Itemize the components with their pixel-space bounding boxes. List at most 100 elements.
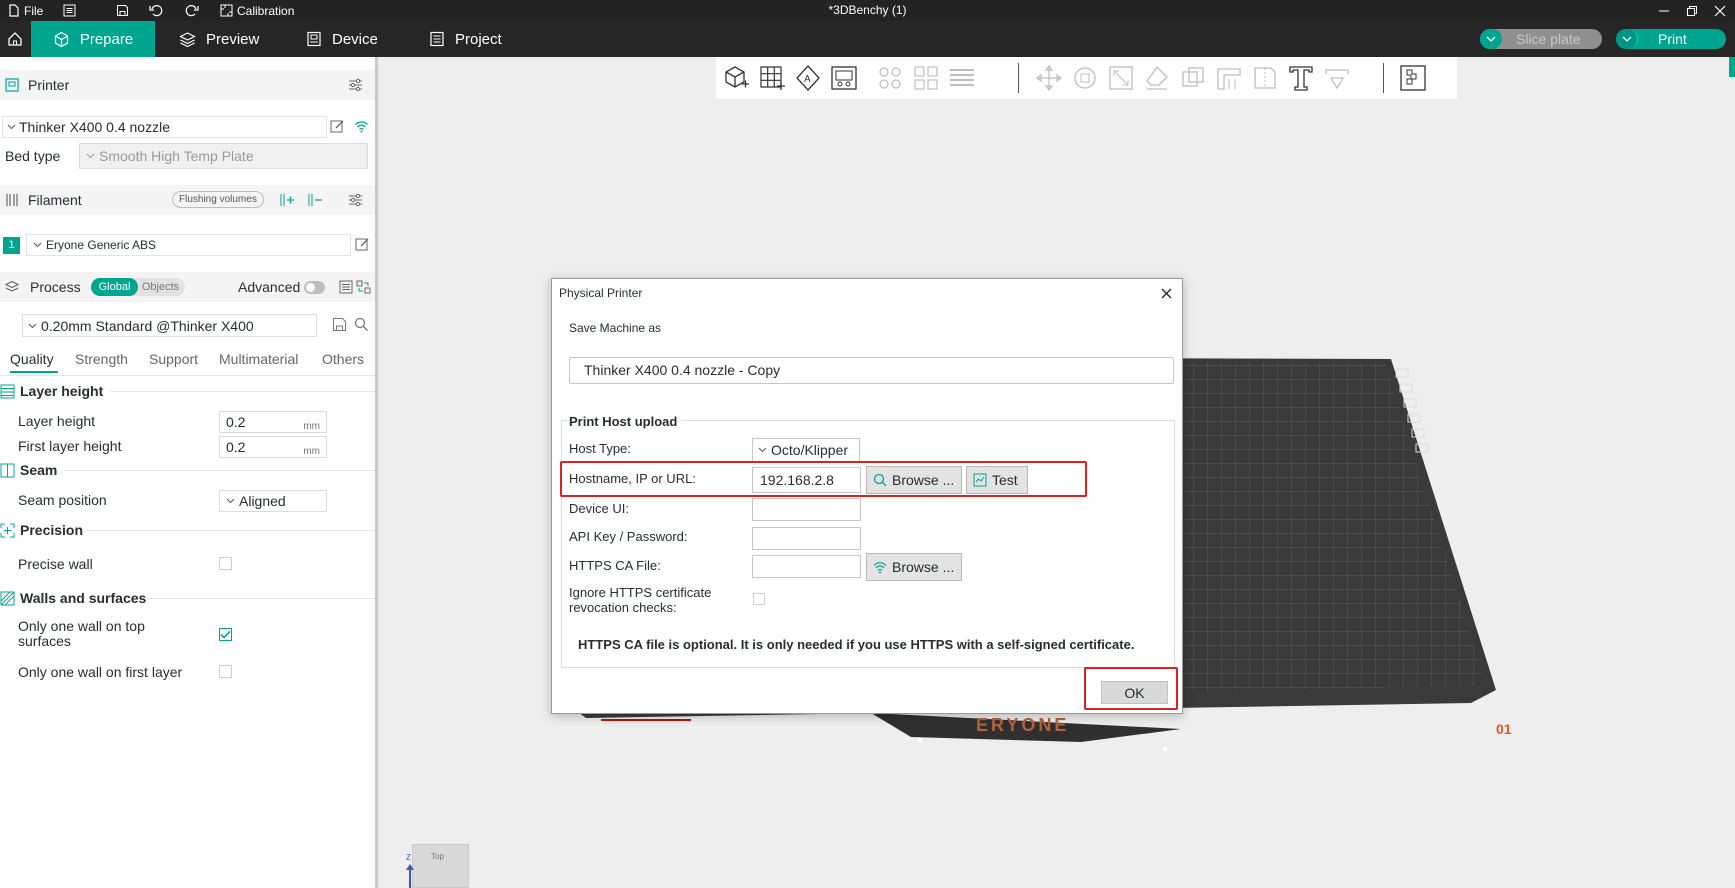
text-tool-icon[interactable] bbox=[1287, 64, 1315, 92]
restore-button[interactable] bbox=[1686, 0, 1698, 21]
seam-paint-icon[interactable] bbox=[1251, 64, 1279, 92]
wifi-icon[interactable] bbox=[354, 119, 369, 134]
printer-select[interactable]: Thinker X400 0.4 nozzle bbox=[2, 116, 327, 138]
assembly-view-icon[interactable] bbox=[1399, 64, 1427, 92]
api-key-input[interactable] bbox=[752, 527, 861, 550]
tab-others[interactable]: Others bbox=[322, 351, 364, 367]
list-icon[interactable] bbox=[339, 280, 353, 294]
tab-preview[interactable]: Preview bbox=[179, 21, 259, 57]
https-ca-file-input[interactable] bbox=[752, 555, 861, 578]
seam-position-value: Aligned bbox=[239, 493, 286, 509]
edit-icon[interactable] bbox=[355, 237, 370, 252]
slice-plate-button[interactable]: Slice plate bbox=[1480, 29, 1602, 49]
hamburger-menu-button[interactable] bbox=[63, 0, 76, 21]
filament-section-header: Filament Flushing volumes bbox=[0, 185, 375, 215]
remove-filament-icon[interactable] bbox=[307, 193, 323, 207]
file-menu[interactable]: File bbox=[8, 0, 43, 21]
z-axis-arrow bbox=[406, 864, 414, 888]
device-ui-input[interactable] bbox=[752, 498, 861, 521]
print-button[interactable]: Print bbox=[1616, 29, 1726, 49]
tab-support[interactable]: Support bbox=[149, 351, 198, 367]
layers-edit-icon[interactable] bbox=[948, 64, 976, 92]
ignore-revocation-checkbox[interactable] bbox=[753, 593, 765, 605]
tab-prepare[interactable]: Prepare bbox=[31, 21, 155, 57]
settings-sliders-icon[interactable] bbox=[348, 193, 363, 207]
add-object-icon[interactable] bbox=[722, 64, 750, 92]
split-parts-icon[interactable] bbox=[912, 64, 940, 92]
save-machine-input[interactable]: Thinker X400 0.4 nozzle - Copy bbox=[569, 357, 1174, 384]
undo-button[interactable] bbox=[149, 0, 163, 21]
compare-icon[interactable] bbox=[356, 280, 371, 294]
process-profile-select[interactable]: 0.20mm Standard @Thinker X400 bbox=[22, 314, 317, 337]
auto-orient-icon[interactable]: A bbox=[794, 64, 822, 92]
chevron-down-icon bbox=[758, 447, 767, 453]
svg-text:A: A bbox=[804, 74, 811, 85]
calibration-menu[interactable]: Calibration bbox=[220, 0, 294, 21]
save-button[interactable] bbox=[116, 0, 129, 21]
edit-icon[interactable] bbox=[330, 119, 345, 134]
process-section-title: Process bbox=[30, 279, 81, 295]
advanced-label: Advanced bbox=[238, 279, 301, 295]
tab-strength[interactable]: Strength bbox=[75, 351, 128, 367]
https-note: HTTPS CA file is optional. It is only ne… bbox=[578, 637, 1135, 652]
active-tab-indicator bbox=[10, 371, 58, 373]
minimize-button[interactable] bbox=[1658, 0, 1670, 21]
host-type-value: Octo/Klipper bbox=[771, 442, 849, 458]
arrange-icon[interactable] bbox=[830, 64, 858, 92]
move-icon[interactable] bbox=[1035, 64, 1063, 92]
layers-icon bbox=[179, 31, 196, 47]
redo-button[interactable] bbox=[185, 0, 199, 21]
unit-label: mm bbox=[303, 446, 320, 457]
right-edge-indicator bbox=[1729, 57, 1735, 77]
tab-project[interactable]: Project bbox=[429, 21, 502, 57]
home-button[interactable] bbox=[0, 21, 30, 57]
scale-icon[interactable] bbox=[1107, 64, 1135, 92]
tab-multimaterial[interactable]: Multimaterial bbox=[219, 351, 298, 367]
flushing-volumes-button[interactable]: Flushing volumes bbox=[172, 191, 264, 208]
wifi-icon bbox=[873, 561, 887, 573]
split-objects-icon[interactable] bbox=[876, 64, 904, 92]
printer-section-title: Printer bbox=[28, 77, 70, 93]
redo-icon bbox=[185, 5, 199, 17]
precision-icon bbox=[0, 523, 15, 537]
save-icon[interactable] bbox=[332, 317, 347, 332]
close-window-button[interactable] bbox=[1714, 0, 1726, 21]
support-paint-icon[interactable] bbox=[1215, 64, 1243, 92]
add-plate-icon[interactable] bbox=[758, 64, 786, 92]
one-wall-first-checkbox[interactable] bbox=[219, 665, 232, 678]
bed-type-select[interactable]: Smooth High Temp Plate bbox=[79, 143, 368, 169]
filament-select[interactable]: Eryone Generic ABS bbox=[26, 234, 351, 256]
precision-group: Precision bbox=[0, 522, 83, 538]
toggle-global[interactable]: Global bbox=[91, 278, 138, 296]
chevron-down-icon bbox=[33, 242, 42, 248]
cube-icon bbox=[54, 31, 68, 47]
advanced-switch[interactable] bbox=[304, 281, 325, 294]
settings-sliders-icon[interactable] bbox=[348, 78, 363, 92]
rotate-icon[interactable] bbox=[1071, 64, 1099, 92]
add-filament-icon[interactable] bbox=[279, 193, 295, 207]
one-wall-top-checkbox[interactable] bbox=[219, 628, 232, 641]
toggle-objects[interactable]: Objects bbox=[138, 278, 183, 296]
search-icon[interactable] bbox=[354, 317, 369, 332]
chevron-down-icon bbox=[28, 323, 37, 328]
seam-group: Seam bbox=[0, 462, 57, 478]
api-key-label: API Key / Password: bbox=[569, 529, 688, 544]
browse-ca-file-button[interactable]: Browse ... bbox=[866, 553, 962, 581]
measure-icon[interactable] bbox=[1323, 64, 1351, 92]
layer-height-input[interactable]: 0.2 mm bbox=[219, 411, 327, 433]
seam-position-select[interactable]: Aligned bbox=[219, 490, 327, 512]
tab-device[interactable]: Device bbox=[306, 21, 378, 57]
slice-plate-dropdown[interactable] bbox=[1480, 29, 1502, 49]
global-objects-toggle[interactable]: Global Objects bbox=[91, 278, 185, 296]
first-layer-height-input[interactable]: 0.2 mm bbox=[219, 436, 327, 458]
tab-quality[interactable]: Quality bbox=[10, 351, 54, 367]
dialog-close-button[interactable] bbox=[1158, 285, 1174, 301]
filament-slot-badge: 1 bbox=[3, 237, 20, 254]
host-type-select[interactable]: Octo/Klipper bbox=[752, 438, 860, 462]
print-dropdown[interactable] bbox=[1616, 29, 1638, 49]
filament-select-value: Eryone Generic ABS bbox=[46, 238, 157, 252]
lay-on-face-icon[interactable] bbox=[1143, 64, 1171, 92]
precise-wall-checkbox[interactable] bbox=[219, 557, 232, 570]
cut-icon[interactable] bbox=[1179, 64, 1207, 92]
orientation-cube[interactable]: Top bbox=[412, 844, 469, 888]
